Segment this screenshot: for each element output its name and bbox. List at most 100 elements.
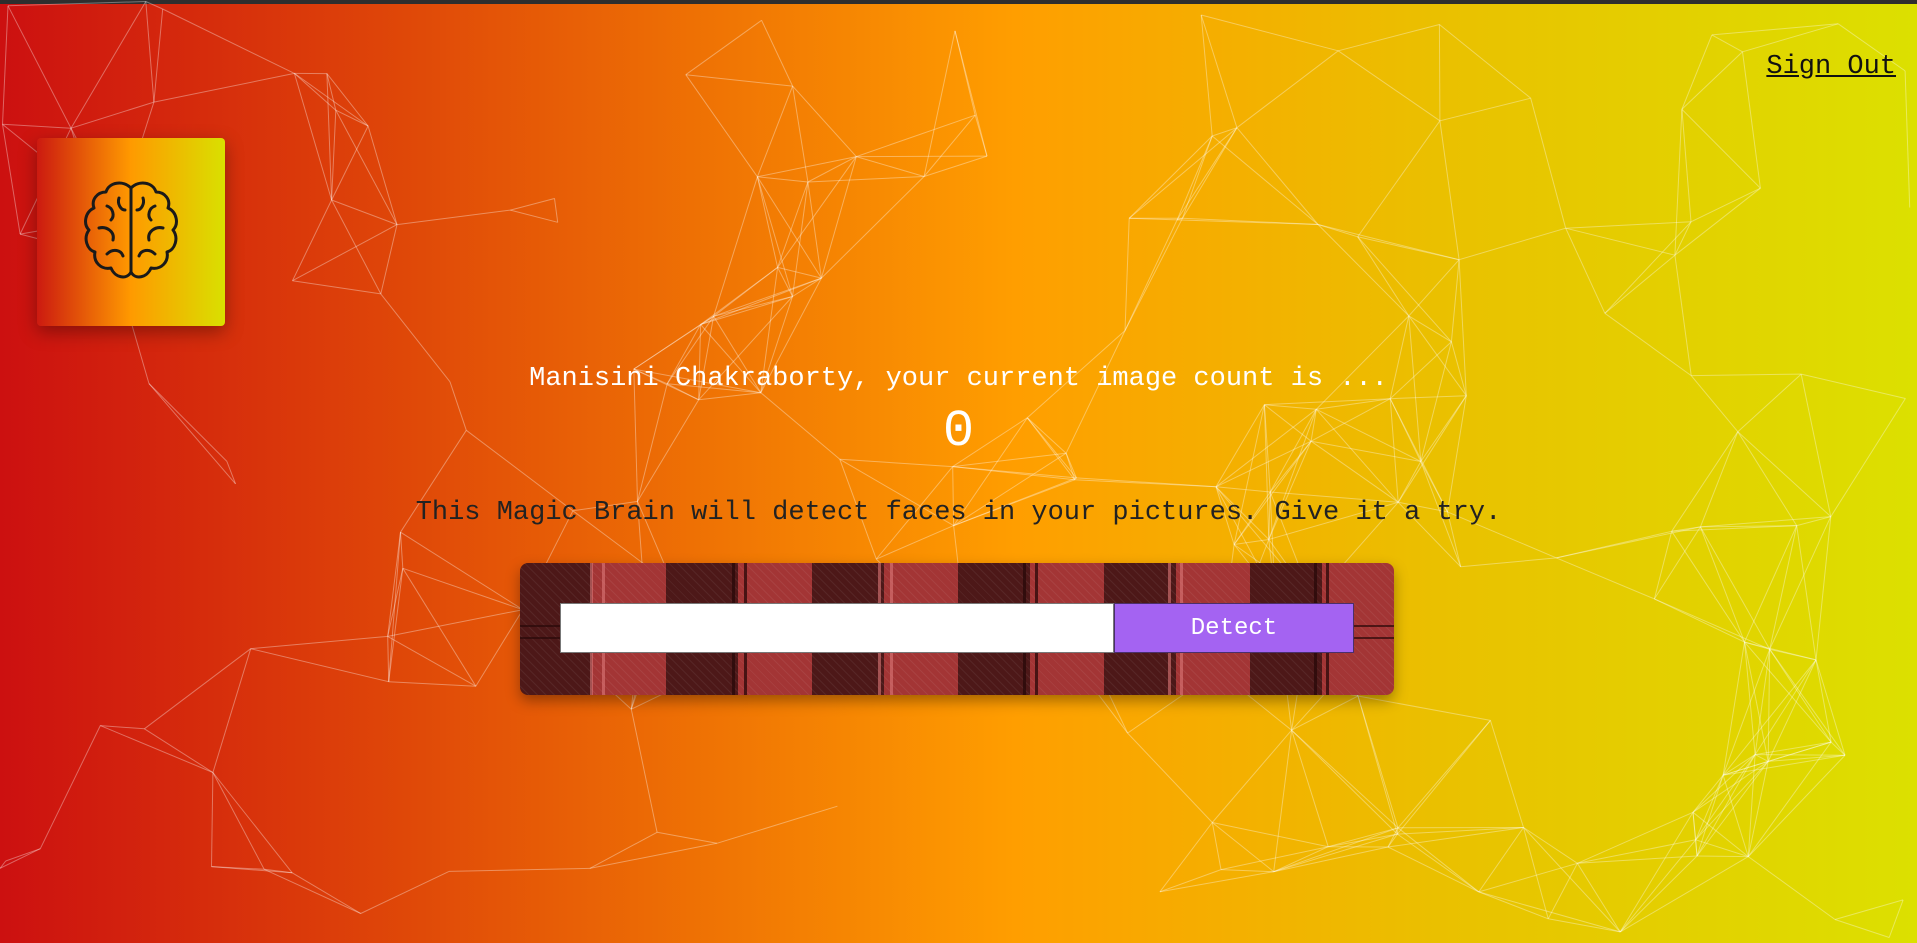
network-line [657,831,717,844]
network-line [367,125,398,225]
network-line [1604,254,1676,314]
network-line [1692,812,1698,857]
network-line [380,224,398,295]
network-line [1337,50,1441,122]
network-line [1769,525,1798,650]
network-line [1796,525,1817,660]
network-line [1604,221,1692,314]
network-line [400,531,524,611]
network-line [1565,221,1692,229]
image-url-input[interactable] [560,603,1114,653]
network-line [1769,516,1832,650]
network-line [145,1,163,10]
network-line [7,1,146,7]
network-line [1159,822,1213,893]
network-line [856,155,988,158]
sign-out-link[interactable]: Sign Out [1766,52,1896,82]
network-line [1397,833,1480,893]
network-line [713,176,758,317]
network-line [331,199,398,226]
network-line [1699,526,1771,650]
network-line [291,872,361,914]
network-line [2,5,9,125]
network-line [1834,899,1904,920]
network-line [923,155,988,177]
network-line [1565,227,1606,314]
network-line [1273,846,1389,873]
network-line [510,209,558,223]
network-line [388,568,404,682]
network-line [1397,720,1491,829]
network-line [589,842,717,869]
network-line [1397,720,1491,835]
network-line [1182,217,1319,225]
network-line [1815,516,1832,660]
network-line [294,73,337,111]
network-line [1387,827,1524,848]
logo-card[interactable] [37,138,225,326]
network-line [1291,695,1359,731]
network-line [1124,218,1130,331]
network-line [1530,98,1567,229]
network-line [400,532,404,569]
network-line [1695,839,1749,858]
network-line [700,296,793,325]
network-line [807,181,822,279]
network-line [2,123,72,129]
network-line [360,870,450,914]
network-line [1744,641,1832,743]
network-line [756,176,779,268]
network-line [1556,557,1655,600]
network-line [1315,315,1410,410]
network-line [1696,855,1749,858]
network-line [1489,720,1524,828]
network-line [1478,827,1524,893]
network-line [1211,822,1275,873]
image-count-message: Manisini Chakraborty, your current image… [529,364,1388,394]
network-line [1338,24,1440,52]
network-line [211,866,293,874]
network-line [387,609,523,637]
network-line [292,199,333,281]
network-line [1754,754,1769,762]
network-line [212,772,293,874]
network-line [1357,236,1410,317]
network-line [777,181,809,268]
network-line [1653,531,1673,600]
network-line [294,72,369,127]
network-line [387,636,390,682]
network-line [1722,741,1832,776]
detect-button[interactable]: Detect [1114,603,1354,653]
network-line [1076,477,1217,488]
network-line [1124,217,1183,331]
network-line [589,831,658,869]
network-line [153,72,295,103]
network-line [1674,255,1692,376]
image-count-value: 0 [942,402,975,461]
network-line [387,532,401,637]
network-line [1723,754,1846,776]
network-line [293,73,333,201]
network-line [1681,108,1761,189]
network-line [144,728,214,773]
network-line [153,8,164,103]
network-line [761,20,794,87]
network-line [1748,856,1836,920]
network-line [263,868,361,914]
network-line [923,30,956,177]
network-line [1722,642,1745,776]
network-line [1744,525,1798,643]
network-line [1744,641,1817,661]
network-line [1692,760,1769,813]
network-line [1478,891,1549,920]
network-line [1390,395,1467,400]
network-line [630,709,658,833]
network-line [1577,811,1694,864]
network-line [211,772,214,867]
network-line [1408,259,1460,317]
network-line [387,635,477,687]
network-line [856,156,925,177]
network-line [792,181,809,297]
network-line [1273,827,1399,873]
network-line [1159,871,1274,893]
